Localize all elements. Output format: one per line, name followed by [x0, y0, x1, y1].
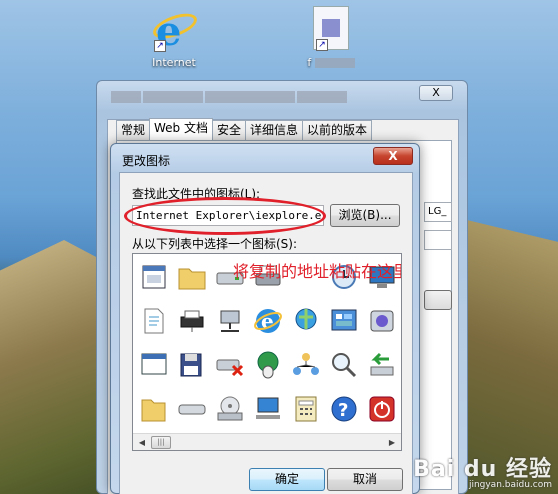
magnifier-icon[interactable]: [327, 348, 361, 382]
highlight-ellipse: [124, 197, 326, 235]
desktop-icon-file[interactable]: ↗ f: [296, 6, 366, 69]
dialog-close-button[interactable]: X: [373, 147, 413, 165]
window-app-icon[interactable]: [137, 260, 171, 294]
baidu-watermark: Bai du 经验 jingyan.baidu.com: [413, 457, 552, 490]
window-title-blurred: [111, 89, 349, 103]
drive-error-icon[interactable]: [213, 348, 247, 382]
drive-flat-icon[interactable]: [175, 392, 209, 426]
annotation-text: 将复制的地址粘贴在这里: [233, 262, 402, 281]
window-blank-icon[interactable]: [137, 348, 171, 382]
power-icon[interactable]: [365, 392, 399, 426]
icon-list-label: 从以下列表中选择一个图标(S):: [132, 237, 298, 251]
arrow-drive-icon[interactable]: [365, 348, 399, 382]
side-field[interactable]: [424, 230, 452, 250]
tab-security[interactable]: 安全: [212, 120, 247, 140]
dialog-body: 查找此文件中的图标(L): Internet Explorer\iexplore…: [119, 172, 413, 494]
help-icon[interactable]: ?: [327, 392, 361, 426]
horizontal-scrollbar[interactable]: ◀ ||| ▶: [133, 433, 401, 450]
desktop-icon-label: Internet: [152, 56, 196, 69]
network-computer-icon[interactable]: [213, 304, 247, 338]
control-panel-icon[interactable]: [327, 304, 361, 338]
shortcut-arrow-icon: ↗: [154, 40, 166, 52]
printer-network-icon[interactable]: [175, 304, 209, 338]
desktop-icon-label: f: [296, 56, 366, 69]
globe-network-icon[interactable]: [289, 304, 323, 338]
ok-button[interactable]: 确定: [249, 468, 325, 491]
folder-icon[interactable]: [175, 260, 209, 294]
svg-text:?: ?: [338, 400, 348, 421]
computer-net-icon[interactable]: [251, 392, 285, 426]
scroll-left-icon[interactable]: ◀: [134, 435, 150, 450]
tab-strip: 常规 Web 文档 安全 详细信息 以前的版本: [116, 118, 373, 140]
icon-list[interactable]: e ? 将复制的地址粘贴在这里 ◀ ||| ▶: [132, 253, 402, 451]
cancel-button[interactable]: 取消: [327, 468, 403, 491]
change-icon-dialog: 更改图标 X 查找此文件中的图标(L): Internet Explorer\i…: [110, 143, 420, 494]
tab-web-document[interactable]: Web 文档: [149, 118, 213, 140]
film-icon[interactable]: [365, 304, 399, 338]
calculator-icon[interactable]: [289, 392, 323, 426]
folder-open-icon[interactable]: [137, 392, 171, 426]
desktop-icon-internet-explorer[interactable]: e ↗ Internet: [142, 6, 206, 69]
network-users-icon[interactable]: [289, 348, 323, 382]
browse-button[interactable]: 浏览(B)...: [330, 204, 400, 227]
dialog-title: 更改图标: [122, 154, 171, 168]
side-field[interactable]: LG_: [424, 202, 452, 222]
ie-globe-icon[interactable]: e: [251, 304, 285, 338]
mouse-globe-icon[interactable]: [251, 348, 285, 382]
window-close-button[interactable]: X: [419, 85, 453, 101]
shortcut-arrow-icon: ↗: [316, 39, 328, 51]
side-button[interactable]: [424, 290, 452, 310]
floppy-icon[interactable]: [175, 348, 209, 382]
cd-drive-icon[interactable]: [213, 392, 247, 426]
tab-previous-versions[interactable]: 以前的版本: [302, 120, 373, 140]
ie-logo-icon: e ↗: [149, 6, 201, 55]
scroll-right-icon[interactable]: ▶: [384, 435, 400, 450]
document-icon[interactable]: [137, 304, 171, 338]
tab-details[interactable]: 详细信息: [245, 120, 304, 140]
scroll-thumb[interactable]: |||: [151, 436, 171, 449]
file-icon: ↗: [313, 6, 349, 51]
tab-general[interactable]: 常规: [116, 120, 151, 140]
